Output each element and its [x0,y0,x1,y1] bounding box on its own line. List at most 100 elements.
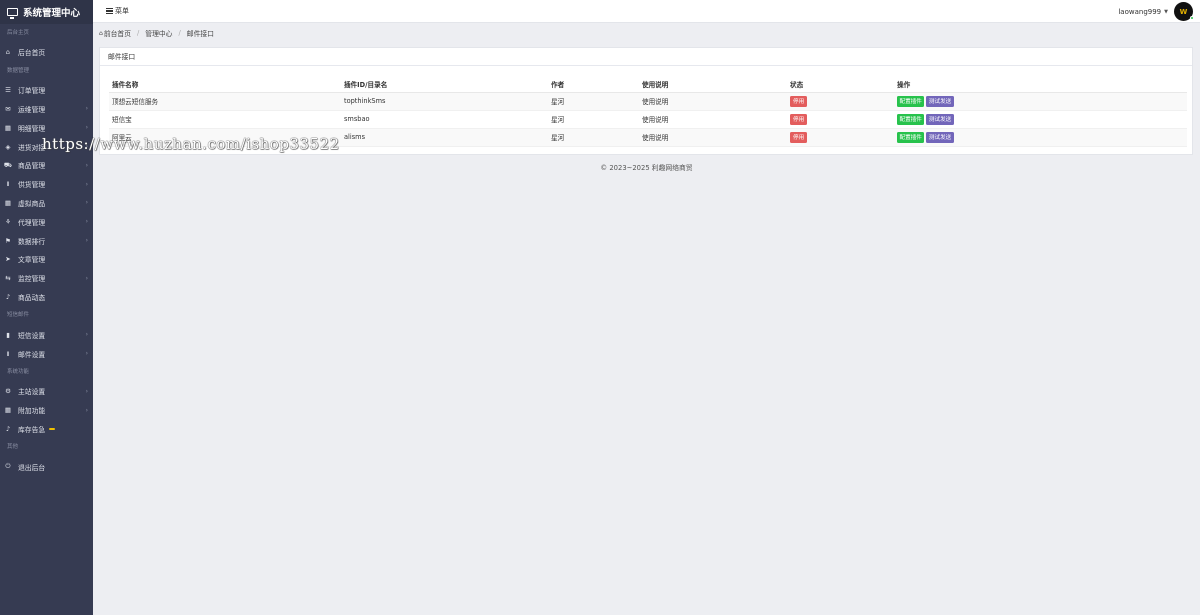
sidebar-section-label: 数据管理 [7,67,30,74]
monitor-icon [7,8,18,19]
sidebar: 系统管理中心 后台主页 ⌂ 后台首页 数据管理 ☰ 订单管理 ✉ 运维管理 › ▦ 明细管理 › ◈ 进货… [0,0,93,615]
comments-icon: ✉ [5,104,11,113]
test-send-button[interactable]: 测试发送 [926,95,954,107]
sidebar-item[interactable]: ♪ 库存告急 [0,420,93,439]
sidebar-item[interactable]: ▮ 短信设置 › [0,325,93,344]
column-header-actions: 操作 [897,76,1187,93]
sidebar-item-label: 主站设置 [18,388,46,397]
bar-chart-icon: ▮ [6,330,10,339]
sidebar-item-label: 明细管理 [18,124,46,133]
cell-status: 停用 [790,92,897,111]
cart-icon: ⛟ [3,160,13,169]
cutlery-icon: Ⅱ [6,349,10,358]
brand[interactable]: 系统管理中心 [0,0,93,24]
breadcrumb-item-admin[interactable]: 管理中心 [145,28,172,38]
username: laowang999 [1118,7,1162,16]
table-row: 短信宝 smsbao 星河 使用说明 停用 配置插件 测试发送 [109,110,1187,129]
table-row: 顶想云短信服务 topthinkSms 星河 使用说明 停用 配置插件 测试发送 [109,92,1187,111]
sidebar-item-label: 附加功能 [18,407,46,416]
breadcrumb-item-home[interactable]: 前台首页 [104,28,131,38]
sidebar-item-label: 退出后台 [18,463,46,472]
cell-author: 星河 [551,92,642,111]
chevron-right-icon: › [85,274,88,282]
sidebar-item-label: 邮件设置 [18,350,46,359]
warning-badge [49,427,56,431]
sidebar-item-label: 短信设置 [18,331,46,340]
doc-link[interactable]: 使用说明 [642,92,790,111]
breadcrumb-separator: / [137,29,140,37]
calendar-icon: ▦ [4,123,12,132]
chevron-right-icon: › [85,180,88,188]
bell-icon: ♪ [5,424,11,433]
configure-plugin-button[interactable]: 配置插件 [897,131,925,143]
column-header-id: 插件ID/目录名 [344,76,551,93]
column-header-doc: 使用说明 [642,76,790,93]
sidebar-item[interactable]: ➤ 文章管理 [0,250,93,269]
sidebar-item[interactable]: Ⅱ 供货管理 › [0,175,93,194]
retweet-icon: ⇆ [5,274,11,283]
avatar[interactable]: W [1174,2,1194,21]
sidebar-item-label: 后台首页 [18,49,46,58]
sidebar-item[interactable]: Ⅱ 邮件设置 › [0,344,93,363]
cell-status: 停用 [790,128,897,147]
cutlery-icon: Ⅱ [6,180,10,189]
sidebar-item[interactable]: ▦ 附加功能 › [0,401,93,420]
cell-author: 星河 [551,128,642,147]
chevron-right-icon: › [85,350,88,358]
doc-link[interactable]: 使用说明 [642,110,790,129]
sidebar-item[interactable]: ♪ 商品动态 [0,288,93,307]
doc-link[interactable]: 使用说明 [642,128,790,147]
flag-icon: ⚑ [5,236,11,245]
cell-plugin-name: 顶想云短信服务 [109,92,344,111]
cell-actions: 配置插件 测试发送 [897,92,1187,111]
sidebar-section-label: 后台主页 [7,30,30,36]
sidebar-item-label: 库存告急 [18,425,46,434]
status-badge[interactable]: 停用 [790,131,808,143]
breadcrumb-item-current: 邮件接口 [186,30,214,38]
configure-plugin-button[interactable]: 配置插件 [897,113,925,125]
th-icon: ▦ [4,198,12,207]
send-icon: ➤ [5,255,11,264]
sidebar-item[interactable]: ⌂ 后台首页 [0,43,93,62]
table-header-row: 插件名称 插件ID/目录名 作者 使用说明 状态 操作 [109,76,1187,93]
sidebar-item-label: 代理管理 [18,218,46,227]
menu-label: 菜单 [115,7,129,15]
configure-plugin-button[interactable]: 配置插件 [897,95,925,107]
sidebar-item-label: 订单管理 [18,87,46,96]
column-header-status: 状态 [790,76,897,93]
caret-down-icon: ▼ [1164,8,1168,15]
test-send-button[interactable]: 测试发送 [926,113,954,125]
sidebar-item[interactable]: ⛟ 商品管理 › [0,156,93,175]
sidebar-item[interactable]: ☰ 订单管理 [0,81,93,100]
menu-icon [106,8,113,14]
status-badge[interactable]: 停用 [790,95,808,107]
sidebar-item[interactable]: ⏻ 退出后台 [0,457,93,476]
menu-toggle-button[interactable]: 菜单 [106,6,129,16]
sidebar-section-label: 系统功能 [7,368,30,375]
status-badge[interactable]: 停用 [790,113,808,125]
cell-plugin-name: 短信宝 [109,110,344,129]
bell-icon: ♪ [5,292,11,301]
chevron-right-icon: › [85,199,88,207]
sidebar-item[interactable]: ⚘ 代理管理 › [0,212,93,231]
sidebar-item-label: 商品管理 [18,162,46,171]
chevron-right-icon: › [85,124,88,132]
sidebar-item[interactable]: ⚑ 数据排行 › [0,231,93,250]
chevron-right-icon: › [85,237,88,245]
breadcrumb: ⌂ 前台首页 / 管理中心 / 邮件接口 [99,28,214,38]
chevron-right-icon: › [85,387,88,395]
test-send-button[interactable]: 测试发送 [926,131,954,143]
sidebar-section-label: 其他 [7,444,19,451]
user-menu[interactable]: laowang999 ▼ W [1118,2,1194,21]
sidebar-item[interactable]: ⇆ 监控管理 › [0,269,93,288]
breadcrumb-separator: / [178,29,181,37]
sidebar-item[interactable]: ▦ 虚拟商品 › [0,194,93,213]
list-icon: ☰ [5,86,11,95]
home-icon: ⌂ [99,29,103,37]
sidebar-item[interactable]: ✉ 运维管理 › [0,100,93,119]
sidebar-item-label: 虚拟商品 [18,199,46,208]
sidebar-item[interactable]: ⚙ 主站设置 › [0,382,93,401]
footer: © 2023~2025 利趣网络商贸 [600,164,693,172]
online-status-icon [1190,16,1194,20]
cell-status: 停用 [790,110,897,129]
